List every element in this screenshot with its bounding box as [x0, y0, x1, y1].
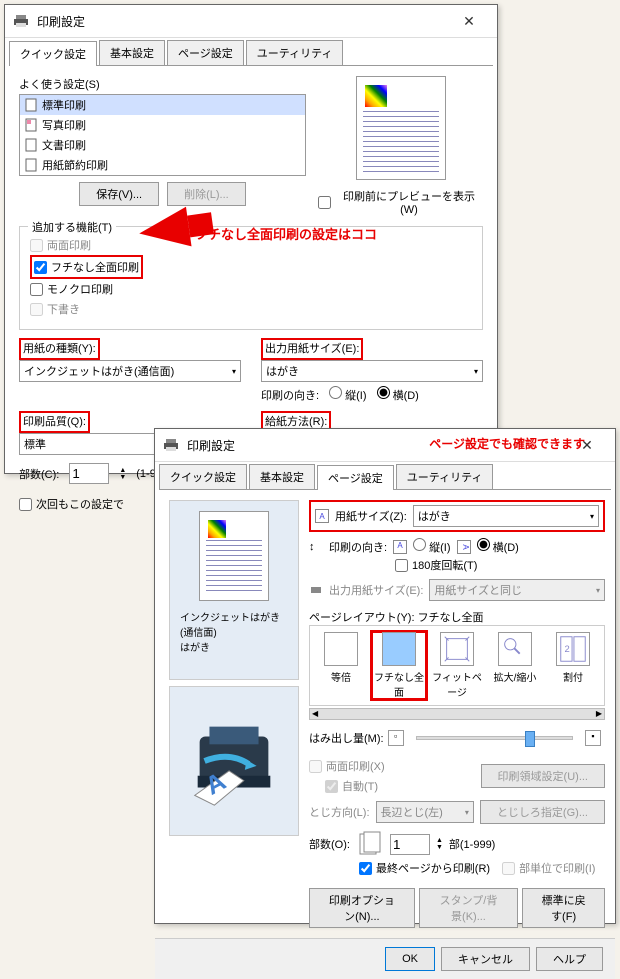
media-select[interactable]: インクジェットはがき(通信面)▾ — [19, 360, 241, 382]
print-dialog-page: 印刷設定 ✕ ページ設定でも確認できます クイック設定 基本設定 ページ設定 ユ… — [154, 428, 616, 924]
doc-icon — [24, 98, 38, 112]
layout-item-borderless: フチなし全面 — [372, 632, 426, 699]
tabs: クイック設定 基本設定 ページ設定 ユーティリティ — [159, 464, 611, 490]
printer-illustration: A — [180, 706, 288, 816]
feed-label: 給紙方法(R): — [265, 413, 327, 429]
callout-arrow — [136, 207, 191, 254]
print-dialog-quick: 印刷設定 ✕ クイック設定 基本設定 ページ設定 ユーティリティ よく使う設定(… — [4, 4, 498, 474]
addfunc-label: 追加する機能(T) — [28, 219, 116, 235]
tab-utility[interactable]: ユーティリティ — [246, 40, 344, 65]
preview-paper: はがき — [180, 639, 288, 654]
mono-checkbox[interactable] — [30, 283, 43, 296]
media-label: 用紙の種類(Y): — [23, 340, 96, 356]
papersize-select[interactable]: はがき▾ — [413, 505, 599, 527]
callout-text: フチなし全面印刷の設定はココ — [195, 224, 377, 243]
layout-strip[interactable]: 等倍 フチなし全面 フィットページ 拡大/縮小 2割付 — [309, 625, 605, 706]
list-item: 写真印刷 — [20, 115, 305, 135]
orient-portrait-radio — [413, 538, 426, 551]
copies-icon — [356, 830, 384, 858]
orient-label: 印刷の向き: — [329, 539, 387, 555]
layout-item: 2割付 — [546, 632, 600, 699]
borderless-checkbox[interactable] — [34, 261, 47, 274]
copies-label: 部数(C): — [19, 466, 59, 482]
copies-input[interactable] — [390, 834, 430, 855]
help-button[interactable]: ヘルプ — [536, 947, 603, 971]
lastpage-checkbox[interactable] — [359, 862, 372, 875]
tabs: クイック設定 基本設定 ページ設定 ユーティリティ — [9, 40, 493, 66]
overhang-min-icon: ▫ — [388, 730, 404, 746]
papersize-label: 用紙サイズ(Z): — [335, 508, 407, 524]
h-scrollbar[interactable]: ◀ ▶ — [309, 708, 605, 720]
tab-basic[interactable]: 基本設定 — [249, 464, 315, 489]
svg-text:2: 2 — [565, 643, 570, 654]
list-item: 封筒印刷 — [20, 175, 305, 176]
spinner-icon[interactable]: ▲▼ — [436, 837, 443, 851]
page-icon: A — [315, 509, 329, 523]
nexttime-checkbox[interactable] — [19, 498, 32, 511]
freq-label: よく使う設定(S) — [19, 76, 306, 92]
draft-checkbox — [30, 303, 43, 316]
overhang-label: はみ出し量(M): — [309, 730, 384, 746]
orient-portrait-radio — [329, 386, 342, 399]
bind-button: とじしろ指定(G)... — [480, 800, 605, 824]
list-item: 用紙節約印刷 — [20, 155, 305, 175]
layout-item: フィットページ — [430, 632, 484, 699]
freq-list[interactable]: 標準印刷 写真印刷 文書印刷 用紙節約印刷 封筒印刷 — [19, 94, 306, 176]
save-button[interactable]: 保存(V)... — [79, 182, 159, 206]
auto-checkbox — [325, 780, 338, 793]
close-button[interactable]: ✕ — [449, 9, 489, 33]
duplex-checkbox — [30, 239, 43, 252]
tab-basic[interactable]: 基本設定 — [99, 40, 165, 65]
tab-quick[interactable]: クイック設定 — [9, 41, 97, 66]
spinner-icon[interactable]: ▲▼ — [119, 467, 126, 481]
orient-landscape-radio — [377, 386, 390, 399]
bind-select: 長辺とじ(左)▾ — [376, 801, 474, 823]
preview-checkbox[interactable] — [318, 196, 331, 209]
delete-button[interactable]: 削除(L)... — [167, 182, 246, 206]
doc-icon — [24, 138, 38, 152]
tab-page[interactable]: ページ設定 — [317, 465, 394, 490]
outsize-label: 出力用紙サイズ(E): — [265, 340, 359, 356]
unit-checkbox — [502, 862, 515, 875]
list-item: 文書印刷 — [20, 135, 305, 155]
preview-media: インクジェットはがき(通信面) — [180, 609, 288, 639]
options-button[interactable]: 印刷オプション(N)... — [309, 888, 415, 928]
layout-item: 拡大/縮小 — [488, 632, 542, 699]
overhang-slider[interactable] — [416, 736, 573, 740]
cancel-button[interactable]: キャンセル — [441, 947, 530, 971]
printer-small-icon — [309, 583, 323, 597]
duplex-checkbox — [309, 760, 322, 773]
quality-label: 印刷品質(Q): — [23, 413, 86, 429]
layout-label: ページレイアウト(Y): — [309, 612, 415, 624]
dialog-title: 印刷設定 — [37, 13, 449, 30]
list-item: 標準印刷 — [20, 95, 305, 115]
tab-quick[interactable]: クイック設定 — [159, 464, 247, 489]
callout-text-2: ページ設定でも確認できます — [429, 435, 585, 452]
overhang-max-icon: ▪ — [585, 730, 601, 746]
tab-utility[interactable]: ユーティリティ — [396, 464, 494, 489]
printer-icon — [163, 437, 179, 453]
printer-icon — [13, 13, 29, 29]
copies-label: 部数(O): — [309, 836, 350, 852]
photo-icon — [24, 118, 38, 132]
portrait-icon: A — [393, 540, 407, 554]
region-button: 印刷領域設定(U)... — [481, 764, 605, 788]
rotate-checkbox[interactable] — [395, 559, 408, 572]
layout-item: 等倍 — [314, 632, 368, 699]
outsize-select: 用紙サイズと同じ▾ — [429, 579, 605, 601]
outsize-label: 出力用紙サイズ(E): — [329, 582, 423, 598]
bind-label: とじ方向(L): — [309, 804, 370, 820]
copies-input[interactable] — [69, 463, 109, 484]
page-preview — [356, 76, 446, 180]
page-preview — [199, 511, 269, 601]
doc-icon — [24, 158, 38, 172]
orient-landscape-radio — [477, 538, 490, 551]
reset-button[interactable]: 標準に戻す(F) — [522, 888, 605, 928]
outsize-select[interactable]: はがき▾ — [261, 360, 483, 382]
landscape-icon: A — [457, 540, 471, 554]
tab-page[interactable]: ページ設定 — [167, 40, 244, 65]
ok-button[interactable]: OK — [385, 947, 435, 971]
stamp-button: スタンプ/背景(K)... — [419, 888, 518, 928]
titlebar: 印刷設定 ✕ — [5, 5, 497, 38]
